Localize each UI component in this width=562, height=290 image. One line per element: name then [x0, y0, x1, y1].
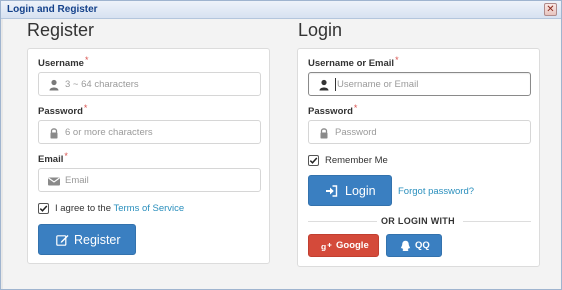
register-username-input[interactable]: 3 ~ 64 characters: [38, 72, 261, 96]
remember-me-row: Remember Me: [308, 155, 428, 167]
edit-icon: [56, 235, 69, 246]
dialog-content: Register Username* 3 ~ 64 characters Pas…: [1, 19, 561, 289]
register-email-placeholder: Email: [65, 175, 89, 186]
or-login-with-label: OR LOGIN WITH: [381, 216, 455, 226]
lock-icon: [320, 128, 328, 139]
register-panel: Username* 3 ~ 64 characters Password* 6 …: [27, 48, 270, 264]
lock-icon: [50, 128, 58, 139]
register-email-label: Email*: [38, 151, 68, 165]
qq-login-button[interactable]: QQ: [386, 234, 442, 257]
login-button-label: Login: [345, 184, 376, 198]
register-button-label: Register: [74, 233, 121, 247]
register-username-label: Username*: [38, 55, 89, 69]
google-login-button[interactable]: g Google: [308, 234, 379, 257]
forgot-password-link[interactable]: Forgot password?: [398, 186, 474, 197]
user-icon: [49, 79, 59, 91]
login-panel: Username or Email* Username or Email Pas…: [297, 48, 540, 267]
agree-checkbox[interactable]: [38, 203, 49, 214]
user-icon: [319, 79, 329, 91]
register-button[interactable]: Register: [38, 224, 136, 255]
register-password-placeholder: 6 or more characters: [65, 127, 153, 138]
dialog-window: Login and Register ✕ Register Username* …: [0, 0, 562, 290]
envelope-icon: [48, 177, 60, 186]
close-button[interactable]: ✕: [544, 3, 557, 16]
qq-icon: [400, 240, 411, 251]
terms-of-service-link[interactable]: Terms of Service: [113, 203, 184, 214]
register-password-input[interactable]: 6 or more characters: [38, 120, 261, 144]
register-email-input[interactable]: Email: [38, 168, 261, 192]
google-button-label: Google: [336, 240, 369, 251]
login-password-label: Password*: [308, 103, 358, 117]
agree-terms-row: I agree to the Terms of Service: [38, 203, 238, 215]
login-password-input[interactable]: Password: [308, 120, 531, 144]
login-username-input[interactable]: Username or Email: [308, 72, 531, 96]
register-username-placeholder: 3 ~ 64 characters: [65, 79, 139, 90]
svg-text:g: g: [321, 242, 326, 252]
login-button[interactable]: Login: [308, 175, 392, 206]
title-bar[interactable]: Login and Register ✕: [1, 1, 561, 19]
remember-me-checkbox[interactable]: [308, 155, 319, 166]
google-plus-icon: g: [321, 242, 332, 252]
register-heading: Register: [27, 20, 95, 40]
divider-right: [463, 221, 531, 222]
qq-button-label: QQ: [415, 240, 430, 251]
login-password-placeholder: Password: [335, 127, 377, 138]
login-username-label: Username or Email*: [308, 55, 399, 69]
remember-me-text: Remember Me: [325, 155, 388, 166]
divider-left: [308, 221, 377, 222]
sign-in-icon: [326, 185, 338, 197]
agree-text: I agree to the Terms of Service: [55, 203, 185, 214]
register-password-label: Password*: [38, 103, 88, 117]
login-heading: Login: [298, 20, 343, 40]
window-title: Login and Register: [7, 4, 98, 15]
text-caret: [335, 78, 336, 91]
login-username-placeholder: Username or Email: [337, 79, 419, 90]
